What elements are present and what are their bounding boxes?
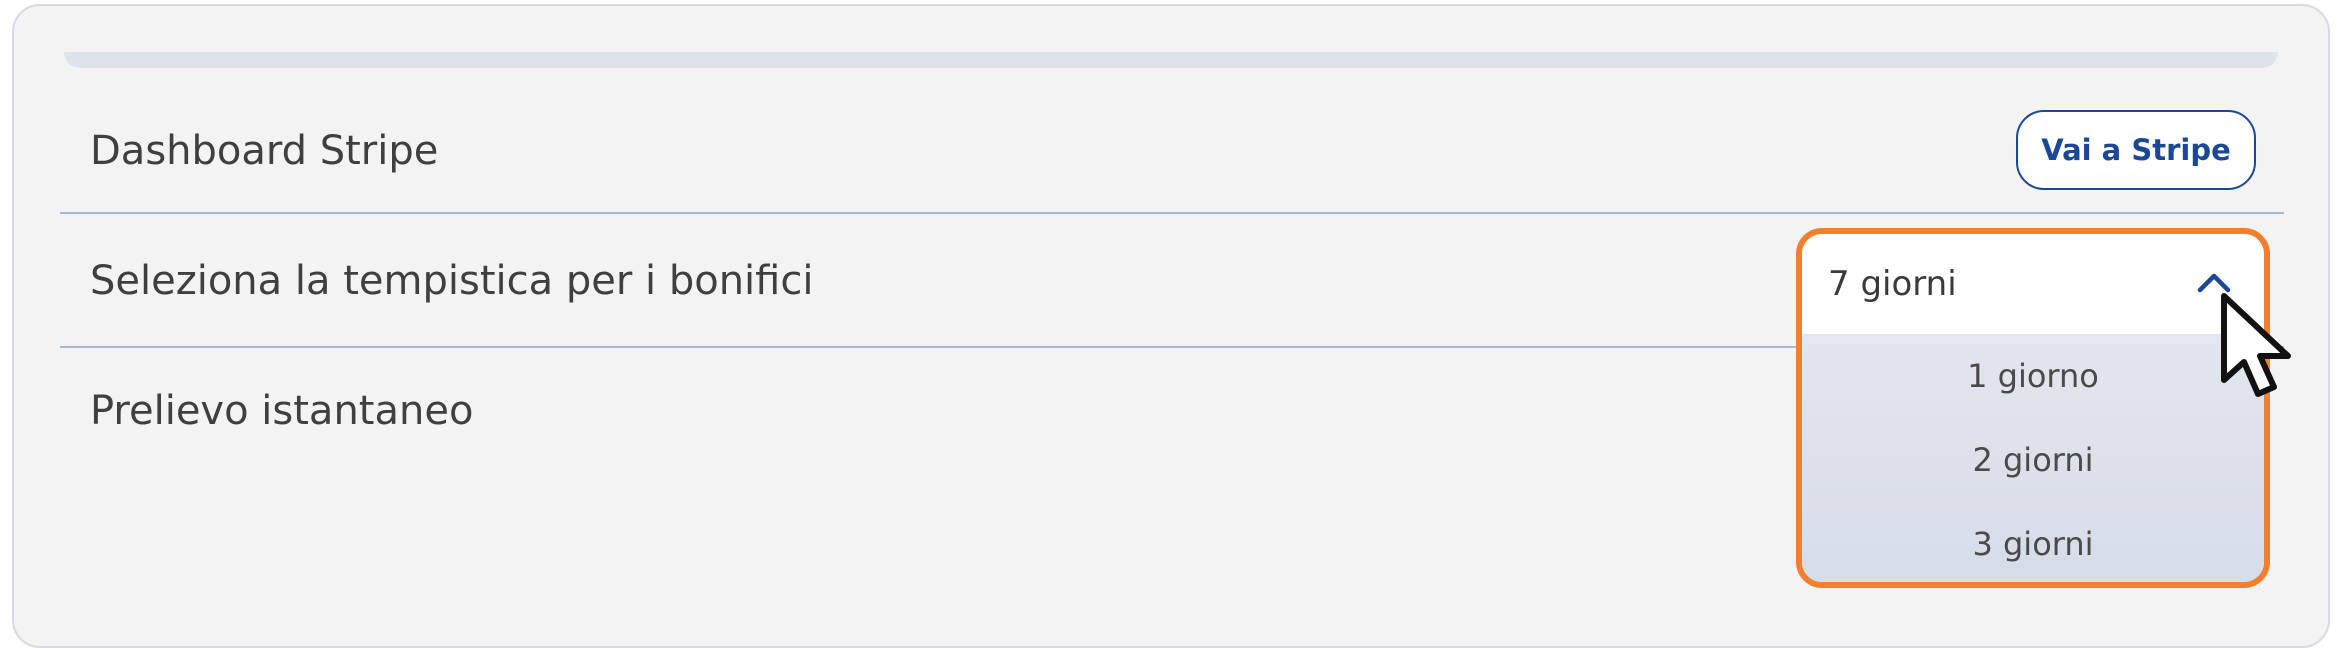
go-to-stripe-button[interactable]: Vai a Stripe [2016,110,2256,190]
settings-card: Dashboard Stripe Vai a Stripe Seleziona … [12,4,2330,648]
transfer-timing-label: Seleziona la tempistica per i bonifici [90,258,814,304]
stripe-dashboard-label: Dashboard Stripe [90,128,439,174]
chevron-up-icon[interactable] [2194,266,2234,298]
dropdown-option[interactable]: 1 giorno [1802,334,2264,418]
dropdown-value-text: 7 giorni [1828,264,1957,304]
dropdown-option[interactable]: 3 giorni [1802,502,2264,582]
instant-payout-label: Prelievo istantaneo [90,388,474,434]
transfer-timing-dropdown[interactable]: 7 giorni 1 giorno 2 giorni 3 giorni [1796,228,2270,588]
dropdown-options-list: 1 giorno 2 giorni 3 giorni [1802,334,2264,582]
card-top-strip [64,52,2278,68]
divider [60,212,2284,214]
dropdown-option[interactable]: 2 giorni [1802,418,2264,502]
dropdown-selected-value[interactable]: 7 giorni [1802,234,2264,334]
